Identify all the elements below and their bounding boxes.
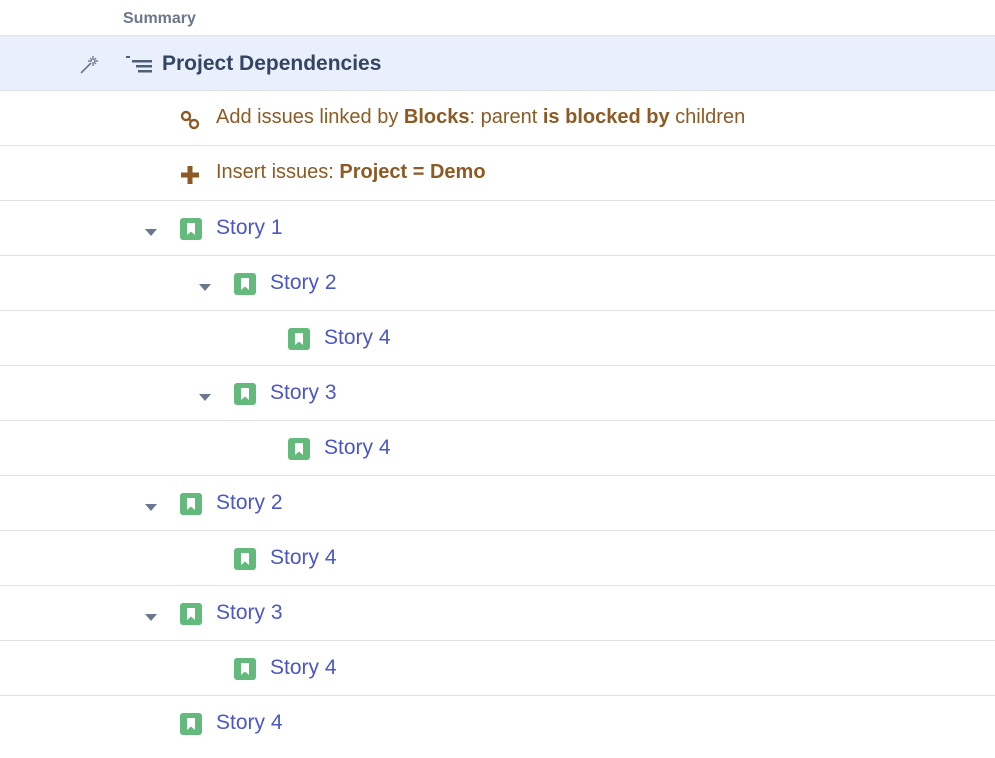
issue-row[interactable]: Story 4 <box>0 531 995 586</box>
story-icon <box>180 713 202 735</box>
issue-row[interactable]: Story 3 <box>0 366 995 421</box>
issue-summary-link[interactable]: Story 4 <box>324 326 391 350</box>
story-icon <box>234 658 256 680</box>
issue-row[interactable]: Story 2 <box>0 476 995 531</box>
link-icon <box>180 110 200 130</box>
story-icon <box>234 548 256 570</box>
issue-summary-link[interactable]: Story 3 <box>216 601 283 625</box>
magic-wand-icon[interactable] <box>78 52 102 76</box>
expand-caret-icon[interactable] <box>145 499 157 511</box>
issue-summary-link[interactable]: Story 4 <box>270 546 337 570</box>
issue-summary-link[interactable]: Story 4 <box>216 711 283 735</box>
issue-row[interactable]: Story 4 <box>0 311 995 366</box>
link-type: Blocks <box>403 106 470 128</box>
issue-row[interactable]: Story 4 <box>0 421 995 476</box>
issue-summary-link[interactable]: Story 4 <box>270 656 337 680</box>
issue-summary-link[interactable]: Story 2 <box>216 491 283 515</box>
issue-summary-link[interactable]: Story 4 <box>324 436 391 460</box>
structure-panel: Summary Project Dependencies Add issues … <box>0 0 995 751</box>
issue-row[interactable]: Story 4 <box>0 696 995 751</box>
hierarchy-icon <box>124 56 154 74</box>
story-icon <box>180 218 202 240</box>
issue-row[interactable]: Story 2 <box>0 256 995 311</box>
story-icon <box>180 493 202 515</box>
link-direction: is blocked by <box>542 106 670 128</box>
column-header: Summary <box>0 0 995 36</box>
issue-row[interactable]: Story 1 <box>0 201 995 256</box>
insert-query: Project = Demo <box>339 161 486 183</box>
expand-caret-icon[interactable] <box>145 609 157 621</box>
generator-row-link[interactable]: Add issues linked by Blocks: parent is b… <box>0 91 995 146</box>
issue-row[interactable]: Story 3 <box>0 586 995 641</box>
story-icon <box>234 383 256 405</box>
summary-column-label[interactable]: Summary <box>123 10 196 28</box>
expand-caret-icon[interactable] <box>199 279 211 291</box>
issue-summary-link[interactable]: Story 1 <box>216 216 283 240</box>
plus-icon <box>180 165 200 185</box>
generator-insert-text: Insert issues: Project = Demo <box>216 161 486 183</box>
story-icon <box>180 603 202 625</box>
expand-caret-icon[interactable] <box>145 224 157 236</box>
generator-link-text: Add issues linked by Blocks: parent is b… <box>216 106 746 128</box>
issue-summary-link[interactable]: Story 3 <box>270 381 337 405</box>
story-icon <box>288 438 310 460</box>
issue-rows: Story 1 Story 2 Story 4 Story 3 Story 4 Story… <box>0 201 995 751</box>
generator-row-insert[interactable]: Insert issues: Project = Demo <box>0 146 995 201</box>
expand-caret-icon[interactable] <box>199 389 211 401</box>
structure-title-row[interactable]: Project Dependencies <box>0 36 995 91</box>
story-icon <box>234 273 256 295</box>
issue-summary-link[interactable]: Story 2 <box>270 271 337 295</box>
issue-row[interactable]: Story 4 <box>0 641 995 696</box>
structure-title: Project Dependencies <box>162 52 382 75</box>
story-icon <box>288 328 310 350</box>
